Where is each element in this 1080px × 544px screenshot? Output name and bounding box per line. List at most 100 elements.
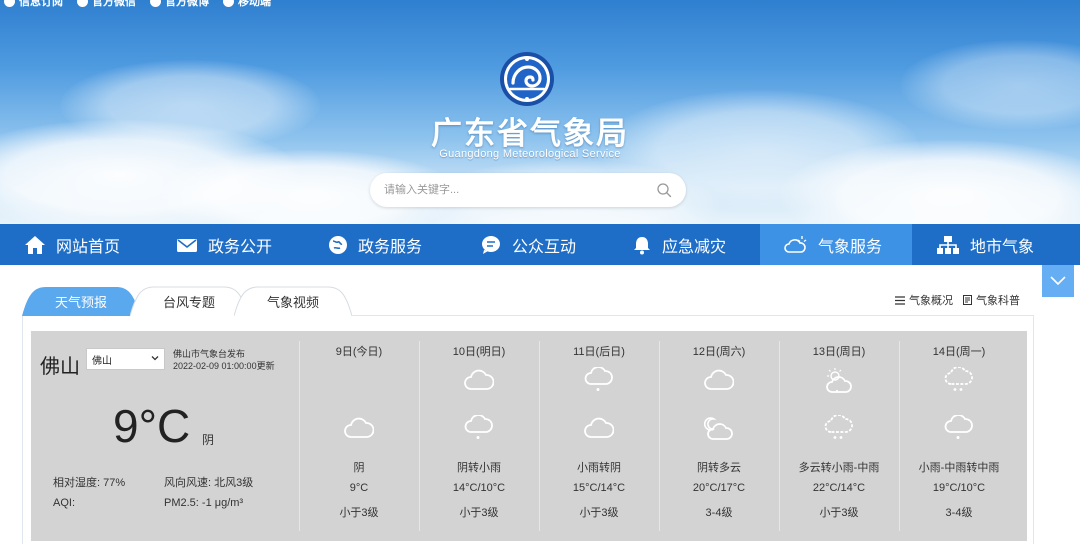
forecast-date: 11日(后日)	[573, 346, 625, 358]
cloud-icon	[344, 417, 374, 438]
nav-item-emergency[interactable]: 应急减灾	[608, 224, 760, 265]
forecast-day-today: 9日(今日) 阴 9°C 小于3级	[299, 331, 419, 541]
forecast-day-day4: 12日(周六) 阴转多云 20°C/17°C 3-4级	[659, 331, 779, 541]
city-select-value: 佛山	[92, 355, 112, 367]
nav-label: 公众互动	[512, 238, 577, 256]
column-divider	[779, 341, 780, 531]
current-temperature: 9°C	[113, 400, 191, 452]
humidity: 相对湿度: 77%	[53, 477, 126, 489]
city-select[interactable]: 佛山	[86, 348, 165, 370]
forecast-wind: 3-4级	[945, 507, 973, 519]
forecast-temperature: 19°C/10°C	[932, 482, 986, 494]
search-input[interactable]	[384, 181, 644, 199]
rain-icon	[824, 415, 853, 439]
mobile-icon	[223, 0, 234, 7]
forecast-temperature: 22°C/14°C	[812, 482, 866, 494]
forecast-date: 14日(周一)	[932, 346, 986, 358]
search-icon[interactable]	[656, 182, 672, 198]
forecast-date: 10日(明日)	[452, 346, 506, 358]
forecast-condition: 小雨转阴	[577, 462, 621, 474]
column-divider	[419, 341, 420, 531]
cloud-icon	[584, 417, 614, 438]
forecast-temperature: 15°C/14°C	[572, 482, 626, 494]
chevron-down-icon	[151, 356, 159, 361]
nav-item-interaction[interactable]: 公众互动	[456, 224, 608, 265]
list-icon	[895, 295, 905, 305]
topbar-weibo[interactable]: 官方微博	[150, 0, 209, 8]
column-divider	[299, 341, 300, 531]
site-title: 广东省气象局	[431, 116, 629, 151]
forecast-condition: 小雨-中雨转中雨	[918, 462, 1000, 474]
nav-label: 网站首页	[56, 238, 121, 256]
rain-icon	[944, 367, 973, 391]
nav-item-weather-services[interactable]: 气象服务	[760, 224, 912, 265]
pm25: PM2.5: -1 μg/m³	[164, 497, 244, 509]
forecast-condition: 阴	[353, 462, 365, 474]
column-divider	[899, 341, 900, 531]
main-nav: 网站首页 政务公开 政务服务 公众互动 应急减灾 气象服务 地市气象	[0, 224, 1080, 265]
forecast-wind: 3-4级	[705, 507, 733, 519]
tab-label: 气象视频	[266, 294, 319, 310]
forecast-wind: 小于3级	[339, 507, 379, 519]
forecast-wind: 小于3级	[819, 507, 859, 519]
forecast-wind: 小于3级	[459, 507, 499, 519]
forecast-date: 13日(周日)	[812, 346, 866, 358]
cloud-icon	[464, 369, 494, 390]
column-divider	[659, 341, 660, 531]
chat-icon	[482, 235, 500, 254]
gmb-logo-icon[interactable]	[499, 51, 555, 107]
panel-links: 气象概况 气象科普	[895, 292, 1020, 308]
nav-item-city-weather[interactable]: 地市气象	[912, 224, 1080, 265]
tab-weather-video[interactable]: 气象视频	[234, 286, 352, 316]
light-rain-icon	[944, 415, 973, 439]
bell-icon	[634, 236, 650, 254]
nav-label: 政务服务	[358, 238, 423, 256]
forecast-date: 12日(周六)	[692, 346, 746, 358]
tab-label: 台风专题	[162, 294, 215, 310]
wind: 风向风速: 北风3级	[164, 477, 254, 489]
topbar-mobile[interactable]: 移动端	[223, 0, 271, 8]
sitemap-icon	[937, 235, 959, 254]
moon-cloud-icon	[704, 417, 733, 440]
nav-label: 气象服务	[818, 238, 883, 256]
forecast-temperature: 20°C/17°C	[692, 482, 746, 494]
nav-item-gov-services[interactable]: 政务服务	[304, 224, 456, 265]
site-subtitle: Guangdong Meteorological Service	[439, 148, 621, 160]
cloud-icon	[704, 369, 734, 390]
aqi: AQI:	[53, 497, 76, 509]
forecast-date: 9日(今日)	[335, 346, 383, 358]
sun-cloud-icon	[826, 368, 852, 393]
document-icon	[963, 295, 972, 305]
topbar: 信息订阅 官方微信 官方微博 移动端	[4, 0, 271, 8]
globe-icon	[329, 235, 347, 254]
tab-label: 天气预报	[54, 294, 107, 310]
nav-item-home[interactable]: 网站首页	[0, 224, 152, 265]
city-name: 佛山	[40, 356, 80, 378]
forecast-condition: 阴转小雨	[457, 462, 501, 474]
weather-icon	[784, 235, 807, 253]
current-condition: 阴	[202, 433, 215, 447]
nav-label: 应急减灾	[662, 238, 727, 256]
forecast-condition: 多云转小雨-中雨	[798, 462, 880, 474]
topbar-wechat[interactable]: 官方微信	[77, 0, 136, 8]
rss-icon	[4, 0, 15, 7]
wechat-icon	[77, 0, 88, 7]
forecast-wind: 小于3级	[579, 507, 619, 519]
link-science[interactable]: 气象科普	[963, 292, 1020, 308]
link-overview[interactable]: 气象概况	[895, 292, 953, 308]
collapse-toggle[interactable]	[1042, 265, 1074, 297]
topbar-subscribe[interactable]: 信息订阅	[4, 0, 63, 8]
light-rain-icon	[584, 367, 613, 391]
tab-weather-forecast[interactable]: 天气预报	[22, 286, 140, 316]
forecast-day-day3: 11日(后日) 小雨转阴 15°C/14°C 小于3级	[539, 331, 659, 541]
forecast-condition: 阴转多云	[697, 462, 741, 474]
update-time: 2022-02-09 01:00:00更新	[173, 361, 275, 371]
header-banner: 信息订阅 官方微信 官方微博 移动端 广东省气象局 Guangdong Mete…	[0, 0, 1080, 224]
tab-typhoon[interactable]: 台风专题	[130, 286, 248, 316]
weibo-icon	[150, 0, 161, 7]
forecast-day-day6: 14日(周一) 小雨-中雨转中雨 19°C/10°C 3-4级	[899, 331, 1019, 541]
chevron-down-icon	[1050, 276, 1066, 286]
current-weather: 佛山 佛山 佛山市气象台发布 2022-02-09 01:00:00更新 9°C…	[31, 331, 299, 541]
mail-icon	[177, 238, 197, 252]
nav-item-gov-affairs[interactable]: 政务公开	[152, 224, 304, 265]
